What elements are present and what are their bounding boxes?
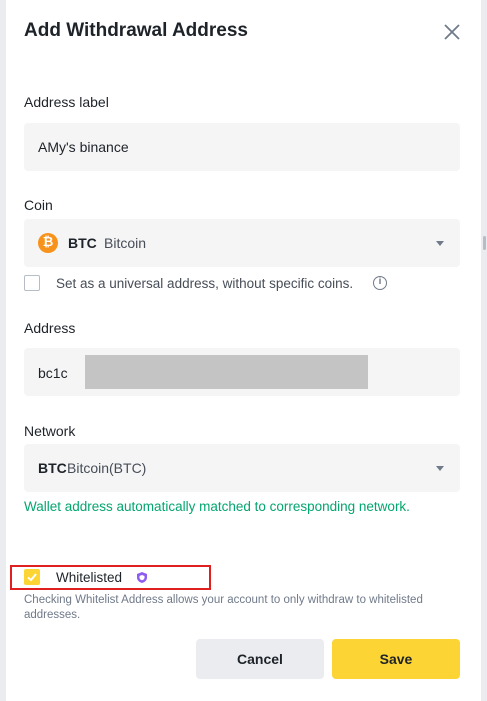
address-heading: Address bbox=[24, 320, 76, 336]
network-select[interactable]: BTC Bitcoin(BTC) bbox=[24, 444, 460, 492]
coin-name: Bitcoin bbox=[104, 235, 147, 251]
whitelist-description: Checking Whitelist Address allows your a… bbox=[24, 594, 423, 621]
network-match-message: Wallet address automatically matched to … bbox=[24, 499, 410, 514]
address-value: bc1c bbox=[38, 365, 68, 381]
chevron-down-icon bbox=[436, 241, 444, 246]
network-heading: Network bbox=[24, 423, 76, 439]
close-icon bbox=[444, 24, 460, 40]
address-label-heading: Address label bbox=[24, 94, 109, 110]
redacted-address-overlay bbox=[85, 355, 368, 389]
whitelist-label: Whitelisted bbox=[56, 570, 123, 585]
coin-select[interactable]: ₿ BTC Bitcoin bbox=[24, 219, 460, 267]
chevron-down-icon bbox=[436, 466, 444, 471]
bitcoin-icon: ₿ bbox=[38, 233, 58, 253]
add-withdrawal-address-modal: Add Withdrawal Address Address label AMy… bbox=[0, 0, 487, 701]
coin-heading: Coin bbox=[24, 197, 53, 213]
backdrop-edge-right bbox=[481, 0, 487, 701]
shield-icon bbox=[137, 572, 147, 583]
coin-code: BTC bbox=[68, 235, 97, 251]
address-input[interactable]: bc1c bbox=[24, 348, 460, 396]
universal-address-checkbox[interactable] bbox=[24, 275, 40, 291]
address-label-input[interactable]: AMy's binance bbox=[24, 123, 460, 171]
cancel-button[interactable]: Cancel bbox=[196, 639, 324, 679]
save-button[interactable]: Save bbox=[332, 639, 460, 679]
universal-address-label: Set as a universal address, without spec… bbox=[56, 276, 354, 291]
info-icon[interactable]: i bbox=[373, 276, 387, 290]
whitelist-checkbox[interactable] bbox=[24, 569, 40, 585]
address-label-value: AMy's binance bbox=[38, 139, 129, 155]
scrollbar-thumb[interactable] bbox=[483, 236, 486, 250]
backdrop-edge-left bbox=[0, 0, 6, 701]
checkmark-icon bbox=[27, 573, 37, 582]
close-button[interactable] bbox=[441, 21, 463, 43]
network-code: BTC bbox=[38, 460, 67, 476]
network-name: Bitcoin(BTC) bbox=[67, 460, 147, 476]
modal-title: Add Withdrawal Address bbox=[24, 20, 248, 41]
